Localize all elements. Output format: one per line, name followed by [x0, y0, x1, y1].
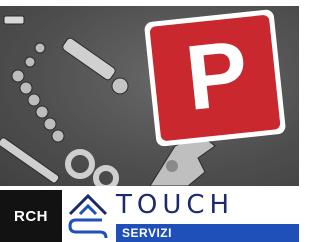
section-label-bar: SERVIZI [116, 224, 299, 242]
section-label: SERVIZI [122, 226, 172, 240]
as-monogram-logo [68, 193, 108, 239]
product-wordmark: TOUCH [116, 190, 235, 220]
parking-tools-photo: P [0, 6, 299, 186]
parking-sign-letter: P [181, 22, 253, 130]
brand-banner: RCH TOUCH SERVIZI [0, 190, 299, 242]
service-card[interactable]: P RCH TOUCH SERVIZI [0, 0, 299, 242]
rch-logo: RCH [0, 190, 62, 242]
rch-logo-text: RCH [14, 207, 48, 225]
